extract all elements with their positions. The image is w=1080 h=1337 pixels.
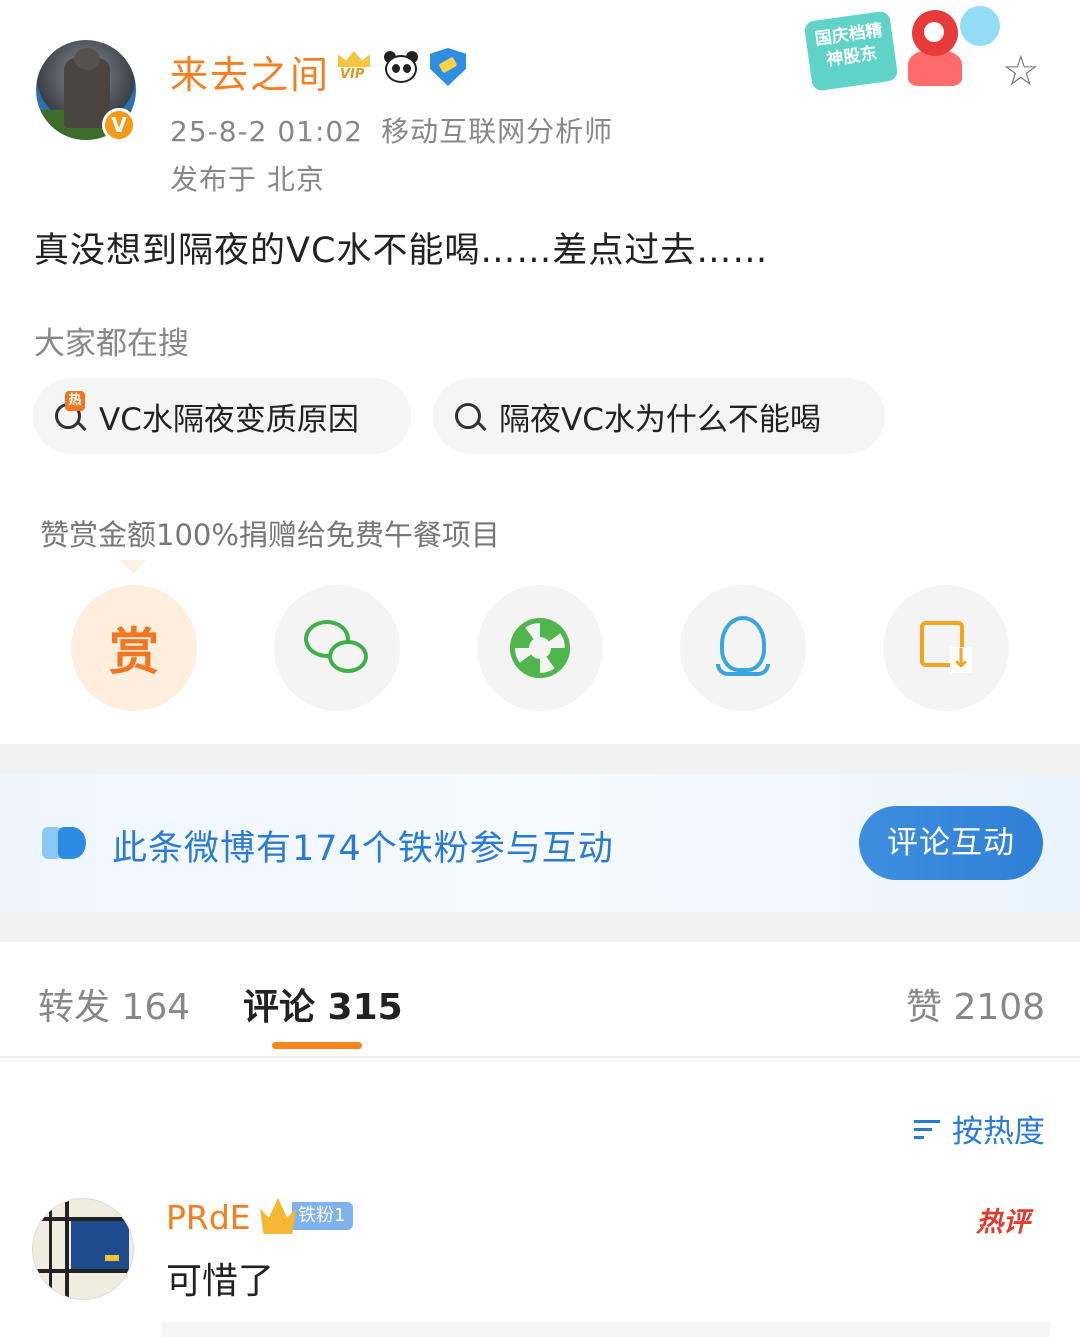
moments-icon xyxy=(510,618,570,678)
active-tab-indicator xyxy=(272,1042,362,1049)
tab-repost[interactable]: 转发 164 xyxy=(38,978,190,1030)
crown-icon xyxy=(260,1198,296,1234)
reward-note: 赞赏金额100%捐赠给免费午餐项目 xyxy=(40,518,500,552)
share-moments-button[interactable] xyxy=(477,585,603,711)
reward-pointer xyxy=(120,560,146,574)
comment-text: 可惜了 xyxy=(166,1261,275,1302)
author-badges: VIP xyxy=(336,48,466,86)
reward-button[interactable]: 赏 xyxy=(71,585,197,711)
post-content: 真没想到隔夜的VC水不能喝……差点过去…… xyxy=(34,231,769,271)
favorite-star-icon[interactable]: ☆ xyxy=(1002,50,1040,92)
shield-badge-icon[interactable] xyxy=(430,48,466,86)
fans-icon xyxy=(42,827,88,861)
promo-banner[interactable]: 国庆档精神股东 xyxy=(800,6,1010,102)
search-chip-2[interactable]: 隔夜VC水为什么不能喝 xyxy=(433,378,885,454)
search-chip-label: 隔夜VC水为什么不能喝 xyxy=(499,401,821,438)
save-image-button[interactable]: ↓ xyxy=(883,585,1009,711)
qq-icon xyxy=(716,616,770,680)
fan-badge[interactable]: 铁粉1 xyxy=(260,1198,354,1234)
fans-interaction-bar: 此条微博有174个铁粉参与互动 评论互动 xyxy=(0,774,1080,912)
share-wechat-button[interactable] xyxy=(274,585,400,711)
search-chip-label: VC水隔夜变质原因 xyxy=(99,401,359,438)
panda-badge-icon[interactable] xyxy=(382,49,420,85)
verified-badge-icon: V xyxy=(102,108,136,142)
wechat-icon xyxy=(304,620,370,676)
reward-icon: 赏 xyxy=(109,623,159,681)
post-location: 发布于 北京 xyxy=(170,163,325,196)
sort-icon xyxy=(914,1114,946,1144)
comment-interact-button[interactable]: 评论互动 xyxy=(859,806,1043,880)
tab-comments[interactable]: 评论 315 xyxy=(243,978,403,1030)
reply-preview[interactable] xyxy=(162,1322,1050,1337)
bubble-icon xyxy=(960,6,1000,46)
promo-label: 国庆档精神股东 xyxy=(803,10,899,92)
fan-badge-label: 铁粉1 xyxy=(292,1202,354,1230)
post-tabs: 转发 164 评论 315 赞 2108 xyxy=(0,942,1080,1058)
save-image-icon: ↓ xyxy=(920,621,972,675)
search-section-title: 大家都在搜 xyxy=(34,326,189,362)
share-row: 赏 ↓ xyxy=(0,585,1080,713)
section-divider xyxy=(0,912,1080,942)
hot-search-icon: 热 xyxy=(53,391,87,433)
comment-username[interactable]: PRdE xyxy=(166,1198,251,1237)
author-title: 移动互联网分析师 xyxy=(381,115,614,148)
comment-avatar[interactable] xyxy=(32,1198,134,1300)
author-name[interactable]: 来去之间 xyxy=(170,44,330,99)
search-icon xyxy=(453,399,487,433)
post-date: 25-8-2 01:02 xyxy=(170,115,364,148)
sort-button[interactable]: 按热度 xyxy=(914,1106,1045,1151)
share-qq-button[interactable] xyxy=(680,585,806,711)
section-divider xyxy=(0,744,1080,774)
sort-label: 按热度 xyxy=(952,1114,1045,1150)
tab-likes[interactable]: 赞 2108 xyxy=(906,978,1045,1030)
hot-comment-tag: 热评 xyxy=(976,1207,1030,1238)
vip-badge-icon[interactable]: VIP xyxy=(336,49,372,85)
search-chip-1[interactable]: 热 VC水隔夜变质原因 xyxy=(33,378,411,454)
post-meta: 25-8-2 01:02 移动互联网分析师 xyxy=(170,110,613,150)
fans-text: 此条微博有174个铁粉参与互动 xyxy=(112,829,614,869)
